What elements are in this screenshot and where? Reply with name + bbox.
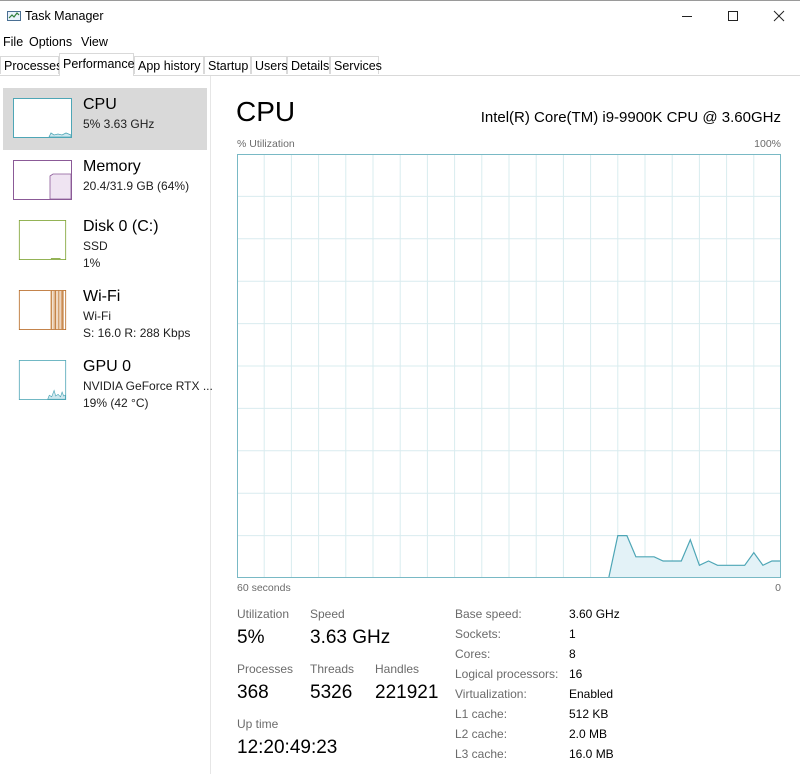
spec-value: Enabled — [569, 687, 614, 701]
graph-x-left-label: 60 seconds — [237, 582, 291, 594]
sidebar-item-detail: Wi-Fi — [83, 309, 111, 323]
sidebar-item-title: Memory — [83, 158, 141, 175]
cpu-model-name: Intel(R) Core(TM) i9-9900K CPU @ 3.60GHz — [480, 109, 781, 126]
sidebar-item-disk[interactable]: Disk 0 (C:) SSD 1% — [3, 212, 207, 274]
spec-label: L1 cache: — [455, 707, 508, 721]
threads-label: Threads — [310, 662, 355, 676]
sidebar-item-memory[interactable]: Memory 20.4/31.9 GB (64%) — [3, 150, 207, 212]
spec-label: Base speed: — [455, 607, 522, 621]
memory-thumbnail-graph — [13, 160, 72, 200]
tab-details[interactable]: Details — [287, 56, 330, 74]
sidebar-item-title: Disk 0 (C:) — [83, 218, 159, 235]
graph-y-max-label: 100% — [754, 138, 781, 150]
maximize-button[interactable] — [710, 1, 756, 31]
menu-file[interactable]: File — [3, 35, 23, 49]
sidebar-item-detail: 5% 3.63 GHz — [83, 117, 155, 131]
menu-options[interactable]: Options — [29, 35, 72, 49]
page-title: CPU — [236, 96, 296, 127]
minimize-icon — [682, 16, 692, 17]
menu-view[interactable]: View — [81, 35, 108, 49]
wifi-thumbnail-graph — [13, 290, 72, 330]
cpu-detail-panel: CPU Intel(R) Core(TM) i9-9900K CPU @ 3.6… — [211, 76, 800, 774]
spec-label: Virtualization: — [455, 687, 527, 701]
processes-label: Processes — [237, 662, 294, 676]
maximize-icon — [728, 11, 738, 21]
close-button[interactable] — [756, 1, 800, 31]
tab-processes[interactable]: Processes — [0, 56, 62, 74]
window-title: Task Manager — [25, 9, 104, 23]
sidebar-item-detail: NVIDIA GeForce RTX ... — [83, 379, 213, 393]
utilization-label: Utilization — [237, 607, 290, 621]
spec-label: Cores: — [455, 647, 491, 661]
sidebar-item-detail-2: 1% — [83, 256, 101, 270]
spec-value: 3.60 GHz — [569, 607, 620, 621]
spec-value: 16 — [569, 667, 583, 681]
speed-label: Speed — [310, 607, 345, 621]
sidebar-item-gpu[interactable]: GPU 0 NVIDIA GeForce RTX ... 19% (42 °C) — [3, 352, 213, 414]
close-icon — [773, 10, 785, 22]
spec-label: L2 cache: — [455, 727, 508, 741]
spec-label: Sockets: — [455, 627, 502, 641]
cpu-utilization-graph — [237, 154, 781, 578]
utilization-value: 5% — [237, 627, 265, 648]
sidebar-item-title: Wi-Fi — [83, 288, 121, 305]
spec-value: 16.0 MB — [569, 747, 614, 761]
title-bar[interactable]: Task Manager — [0, 1, 800, 31]
sidebar-item-detail: 20.4/31.9 GB (64%) — [83, 179, 190, 193]
spec-value: 8 — [569, 647, 576, 661]
spec-label: Logical processors: — [455, 667, 559, 681]
spec-value: 1 — [569, 627, 576, 641]
resource-sidebar: CPU 5% 3.63 GHz Memory 20.4/31.9 GB (64%… — [0, 76, 213, 774]
speed-value: 3.63 GHz — [310, 627, 391, 648]
sidebar-item-wifi[interactable]: Wi-Fi Wi-Fi S: 16.0 R: 288 Kbps — [3, 282, 207, 344]
menu-bar: File Options View — [0, 31, 800, 52]
graph-y-label: % Utilization — [237, 138, 295, 150]
uptime-label: Up time — [237, 717, 279, 731]
threads-value: 5326 — [310, 682, 353, 703]
sidebar-item-title: GPU 0 — [83, 358, 132, 375]
tab-services[interactable]: Services — [330, 56, 382, 74]
spec-value: 2.0 MB — [569, 727, 608, 741]
handles-value: 221921 — [375, 682, 439, 703]
tab-strip: Processes Performance App history Startu… — [0, 53, 800, 76]
handles-label: Handles — [375, 662, 420, 676]
minimize-button[interactable] — [664, 1, 710, 31]
graph-x-right-label: 0 — [775, 582, 781, 594]
uptime-value: 12:20:49:23 — [237, 737, 338, 758]
sidebar-item-detail-2: 19% (42 °C) — [83, 396, 149, 410]
sidebar-item-cpu[interactable]: CPU 5% 3.63 GHz — [3, 88, 207, 150]
tab-performance[interactable]: Performance — [59, 53, 135, 76]
spec-value: 512 KB — [569, 707, 609, 721]
sidebar-item-detail: SSD — [83, 239, 108, 253]
sidebar-item-detail-2: S: 16.0 R: 288 Kbps — [83, 326, 191, 340]
gpu-thumbnail-graph — [13, 360, 72, 400]
processes-value: 368 — [237, 682, 269, 703]
tab-app-history[interactable]: App history — [134, 56, 204, 74]
sidebar-item-title: CPU — [83, 96, 117, 113]
disk-thumbnail-graph — [13, 220, 72, 260]
cpu-thumbnail-graph — [13, 98, 72, 138]
spec-label: L3 cache: — [455, 747, 508, 761]
tab-startup[interactable]: Startup — [204, 56, 251, 74]
tab-users[interactable]: Users — [251, 56, 288, 74]
task-manager-app-icon — [7, 11, 21, 21]
